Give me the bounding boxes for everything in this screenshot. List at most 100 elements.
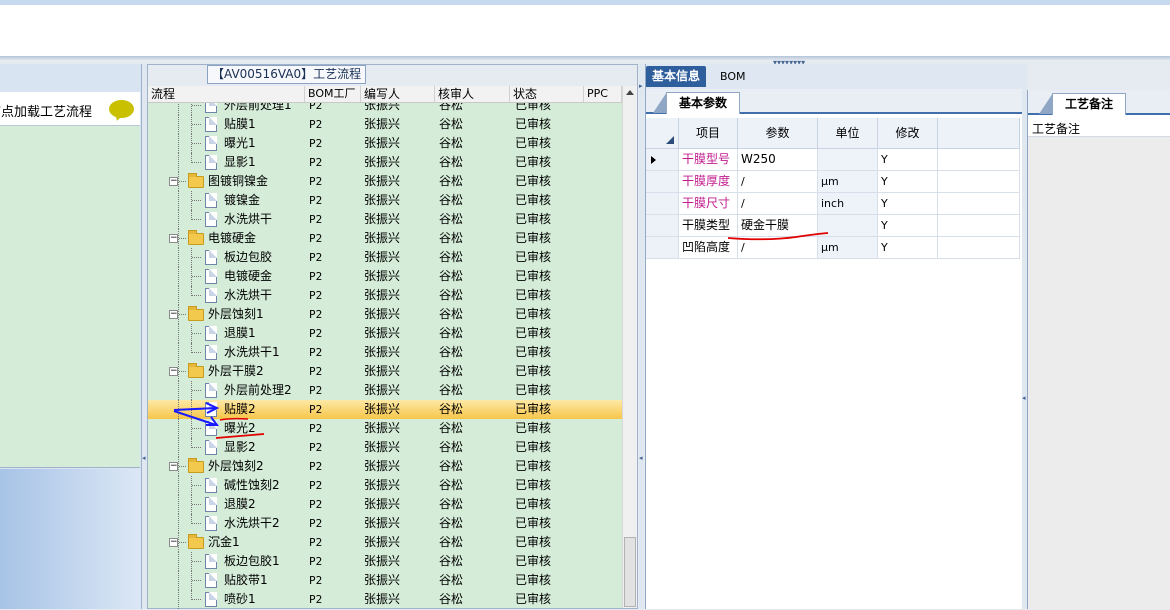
middle-splitter[interactable]: ▸ ◂: [639, 64, 644, 609]
tree-step-row[interactable]: 贴膜1 P2 张振兴 谷松 已审核: [148, 115, 622, 134]
tree-group-row[interactable]: − 电镀硬金 P2 张振兴 谷松 已审核: [148, 229, 622, 248]
tree-step-row[interactable]: 水洗烘干 P2 张振兴 谷松 已审核: [148, 210, 622, 229]
tree-step-row[interactable]: 板边包胶 P2 张振兴 谷松 已审核: [148, 248, 622, 267]
tree-step-row[interactable]: 贴胶带1 P2 张振兴 谷松 已审核: [148, 571, 622, 590]
step-name: 退膜1: [224, 326, 256, 340]
param-value[interactable]: W250: [738, 149, 818, 171]
column-header-status[interactable]: 状态: [510, 86, 584, 102]
param-unit[interactable]: μm: [818, 237, 878, 259]
column-header-edit[interactable]: 修改: [878, 118, 938, 149]
tree-step-row[interactable]: 喷砂1 P2 张振兴 谷松 已审核: [148, 590, 622, 609]
tree-group-row[interactable]: − 外层蚀刻2 P2 张振兴 谷松 已审核: [148, 457, 622, 476]
top-splitter[interactable]: [0, 56, 1170, 60]
reviewer: 谷松: [439, 231, 464, 245]
tree-group-row[interactable]: − 图镀铜镍金 P2 张振兴 谷松 已审核: [148, 172, 622, 191]
tree-step-row[interactable]: 水洗烘干1 P2 张振兴 谷松 已审核: [148, 343, 622, 362]
speech-bubble-icon[interactable]: [109, 100, 134, 118]
param-row[interactable]: 干膜厚度 / μm Y: [646, 171, 1020, 193]
param-editable-flag[interactable]: Y: [878, 193, 938, 215]
column-header-reviewer[interactable]: 核审人: [435, 86, 510, 102]
param-item: 干膜型号: [679, 149, 738, 171]
tree-step-row[interactable]: 外层前处理2 P2 张振兴 谷松 已审核: [148, 381, 622, 400]
param-unit[interactable]: [818, 149, 878, 171]
param-value[interactable]: /: [738, 237, 818, 259]
left-panel-list: [0, 92, 140, 468]
collapse-toggle-icon[interactable]: −: [169, 367, 178, 376]
tree-step-row[interactable]: 贴膜2 P2 张振兴 谷松 已审核: [148, 400, 622, 419]
param-unit[interactable]: inch: [818, 193, 878, 215]
param-editable-flag[interactable]: Y: [878, 237, 938, 259]
folder-icon: [188, 458, 204, 473]
tree-step-row[interactable]: 显影1 P2 张振兴 谷松 已审核: [148, 153, 622, 172]
param-unit[interactable]: [818, 215, 878, 237]
param-row[interactable]: 凹陷高度 / μm Y: [646, 237, 1020, 259]
splitter-arrow-icon[interactable]: ▸: [639, 82, 643, 90]
column-header-bom-factory[interactable]: BOM工厂: [305, 86, 361, 102]
tree-step-row[interactable]: 显影2 P2 张振兴 谷松 已审核: [148, 438, 622, 457]
folder-icon: [188, 306, 204, 321]
row-selector[interactable]: [646, 215, 679, 237]
row-selector[interactable]: [646, 171, 679, 193]
tree-step-row[interactable]: 外层前处理1 P2 张振兴 谷松 已审核: [148, 103, 622, 115]
writer: 张振兴: [364, 478, 401, 492]
splitter-arrow-icon[interactable]: ◂: [639, 454, 643, 462]
param-value[interactable]: /: [738, 193, 818, 215]
document-icon: [205, 345, 217, 360]
tab-basic-info[interactable]: 基本信息: [646, 66, 707, 87]
column-header-param[interactable]: 参数: [738, 118, 818, 149]
tree-step-row[interactable]: 碱性蚀刻2 P2 张振兴 谷松 已审核: [148, 476, 622, 495]
writer: 张振兴: [364, 592, 401, 606]
collapse-toggle-icon[interactable]: −: [169, 310, 178, 319]
tree-step-row[interactable]: 镀镍金 P2 张振兴 谷松 已审核: [148, 191, 622, 210]
column-header-process[interactable]: 流程: [148, 86, 305, 102]
tree-step-row[interactable]: 板边包胶1 P2 张振兴 谷松 已审核: [148, 552, 622, 571]
tree-group-row[interactable]: − 沉金1 P2 张振兴 谷松 已审核: [148, 533, 622, 552]
tree-step-row[interactable]: 曝光1 P2 张振兴 谷松 已审核: [148, 134, 622, 153]
param-editable-flag[interactable]: Y: [878, 149, 938, 171]
row-selector[interactable]: [646, 193, 679, 215]
tree-step-row[interactable]: 曝光2 P2 张振兴 谷松 已审核: [148, 419, 622, 438]
scroll-thumb[interactable]: [624, 537, 636, 607]
tree-step-row[interactable]: 水洗烘干 P2 张振兴 谷松 已审核: [148, 286, 622, 305]
column-header-item[interactable]: 项目: [679, 118, 738, 149]
collapse-toggle-icon[interactable]: −: [169, 177, 178, 186]
step-name: 板边包胶1: [224, 554, 280, 568]
row-selector[interactable]: [646, 149, 679, 171]
tree-step-row[interactable]: 退膜2 P2 张振兴 谷松 已审核: [148, 495, 622, 514]
param-row[interactable]: 干膜型号 W250 Y: [646, 149, 1020, 171]
collapse-toggle-icon[interactable]: −: [169, 462, 178, 471]
tree-scrollbar[interactable]: [622, 86, 637, 608]
tree-group-row[interactable]: − 外层干膜2 P2 张振兴 谷松 已审核: [148, 362, 622, 381]
tab-basic-params[interactable]: 基本参数: [652, 92, 741, 114]
splitter-arrow-icon[interactable]: ◂: [1022, 394, 1026, 402]
tree-step-row[interactable]: 退膜1 P2 张振兴 谷松 已审核: [148, 324, 622, 343]
tree-step-row[interactable]: 水洗烘干2 P2 张振兴 谷松 已审核: [148, 514, 622, 533]
param-editable-flag[interactable]: Y: [878, 215, 938, 237]
param-value[interactable]: 硬金干膜: [738, 215, 818, 237]
param-row[interactable]: 干膜类型 硬金干膜 Y: [646, 215, 1020, 237]
reviewer: 谷松: [439, 269, 464, 283]
collapse-toggle-icon[interactable]: −: [169, 538, 178, 547]
splitter-arrow-icon[interactable]: ◂: [142, 454, 146, 462]
collapse-toggle-icon[interactable]: −: [169, 234, 178, 243]
tree-group-row[interactable]: − 外层蚀刻1 P2 张振兴 谷松 已审核: [148, 305, 622, 324]
tab-process-remarks[interactable]: 工艺备注: [1038, 93, 1127, 115]
param-value[interactable]: /: [738, 171, 818, 193]
status: 已审核: [515, 117, 552, 131]
column-header-unit[interactable]: 单位: [818, 118, 878, 149]
step-name: 喷砂1: [224, 592, 256, 606]
param-row[interactable]: 干膜尺寸 / inch Y: [646, 193, 1020, 215]
tab-bom[interactable]: BOM: [714, 66, 752, 87]
grid-corner[interactable]: [646, 118, 679, 149]
status: 已审核: [515, 421, 552, 435]
row-selector[interactable]: [646, 237, 679, 259]
param-editable-flag[interactable]: Y: [878, 171, 938, 193]
param-unit[interactable]: μm: [818, 171, 878, 193]
column-header-writer[interactable]: 编写人: [361, 86, 435, 102]
column-header-ppc[interactable]: PPC: [584, 86, 622, 102]
bom-factory: P2: [309, 479, 323, 492]
scroll-up-icon[interactable]: [626, 90, 634, 95]
process-tree-rows: 外层前处理1 P2 张振兴 谷松 已审核 贴膜1 P2 张振兴 谷松 已审核 曝光1 P2 张振兴 谷松已…: [148, 103, 622, 610]
column-header-blank: [938, 118, 1020, 149]
tree-step-row[interactable]: 电镀硬金 P2 张振兴 谷松 已审核: [148, 267, 622, 286]
